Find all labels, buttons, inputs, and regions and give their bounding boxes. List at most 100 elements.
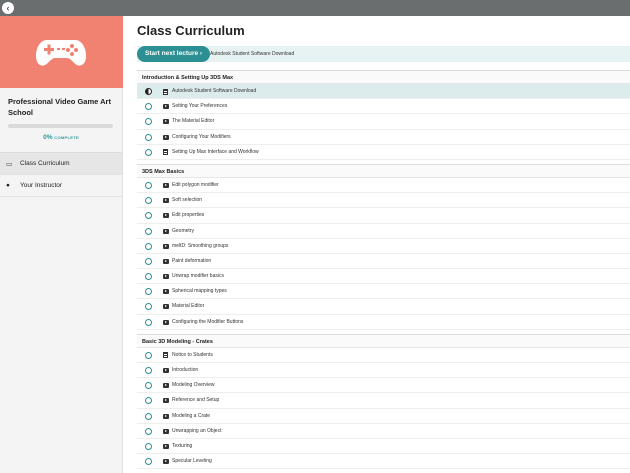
lecture-title: Setting Up Max Interface and Workflow bbox=[172, 148, 259, 155]
lecture-row[interactable]: The Material Editor bbox=[137, 114, 630, 130]
section-title: Introduction & Setting Up 3DS Max bbox=[137, 70, 630, 84]
lecture-row[interactable]: Introduction bbox=[137, 363, 630, 379]
lecture-row[interactable]: Geometry bbox=[137, 224, 630, 239]
incomplete-circle-icon bbox=[145, 273, 152, 281]
lecture-title: Autodesk Student Software Download bbox=[172, 88, 257, 94]
document-icon bbox=[163, 88, 168, 95]
lecture-title: Geometry bbox=[172, 227, 194, 234]
video-icon bbox=[163, 413, 169, 419]
page-title: Class Curriculum bbox=[137, 23, 245, 38]
main-content: Class Curriculum Start next lecture › Au… bbox=[137, 16, 630, 473]
video-icon bbox=[163, 428, 169, 434]
user-icon: ● bbox=[6, 182, 10, 189]
course-title: Professional Video Game Art School bbox=[8, 97, 111, 117]
incomplete-circle-icon bbox=[145, 442, 152, 450]
lecture-title: Reference and Setup bbox=[172, 397, 220, 404]
lecture-title: Configuring Your Modifiers bbox=[172, 133, 231, 140]
lecture-row[interactable]: Edit properties bbox=[137, 208, 630, 224]
lecture-row[interactable]: Soft selection bbox=[137, 193, 630, 209]
curriculum-icon: ▭ bbox=[6, 160, 13, 168]
video-icon bbox=[163, 182, 169, 188]
section-title: 3DS Max Basics bbox=[137, 163, 630, 178]
document-icon bbox=[163, 352, 168, 359]
lecture-title: Texturing bbox=[172, 442, 193, 449]
lecture-title: Paint deformation bbox=[172, 257, 212, 264]
back-arrow-icon[interactable]: ‹ bbox=[2, 2, 14, 14]
lecture-row[interactable]: Notice to Students bbox=[137, 348, 630, 363]
lecture-title: Modeling Overview bbox=[172, 382, 215, 389]
lecture-title: The Material Editor bbox=[172, 118, 215, 125]
lecture-row[interactable]: Modeling a Crate bbox=[137, 409, 630, 424]
lecture-row[interactable]: Configuring Your Modifiers bbox=[137, 130, 630, 145]
lecture-row[interactable]: Spherical mapping types bbox=[137, 284, 630, 300]
video-icon bbox=[163, 213, 169, 219]
incomplete-circle-icon bbox=[145, 133, 152, 141]
incomplete-circle-icon bbox=[145, 288, 152, 296]
video-icon bbox=[163, 289, 169, 295]
lecture-row[interactable]: Unwrapping an Object bbox=[137, 424, 630, 439]
video-icon bbox=[163, 319, 169, 325]
top-bar: ‹ bbox=[0, 0, 630, 16]
lecture-title: Material Editor bbox=[172, 303, 205, 310]
lecture-row[interactable]: Setting Your Preferences bbox=[137, 99, 630, 115]
lecture-row[interactable]: Paint deformation bbox=[137, 254, 630, 270]
sidebar-item-label: Your Instructor bbox=[20, 182, 63, 189]
progress-percent: 0% bbox=[43, 134, 53, 141]
video-icon bbox=[163, 119, 169, 125]
lecture-row[interactable]: Texturing bbox=[137, 439, 630, 455]
video-icon bbox=[163, 258, 169, 264]
lecture-title: Spherical mapping types bbox=[172, 288, 227, 295]
document-icon bbox=[163, 149, 168, 156]
next-lecture-title[interactable]: Autodesk Student Software Download bbox=[210, 46, 294, 62]
video-icon bbox=[163, 459, 169, 465]
lecture-row[interactable]: meltD: Smoothing groups bbox=[137, 239, 630, 254]
in-progress-icon bbox=[145, 88, 152, 95]
incomplete-circle-icon bbox=[145, 212, 152, 220]
incomplete-circle-icon bbox=[145, 318, 152, 326]
lecture-row[interactable]: Reference and Setup bbox=[137, 393, 630, 409]
lecture-row[interactable]: Specular Leveling bbox=[137, 454, 630, 470]
curriculum-list: Introduction & Setting Up 3DS Max Autodes… bbox=[137, 70, 630, 473]
section-title: Basic 3D Modeling - Crates bbox=[137, 333, 630, 348]
lecture-title: Specular Leveling bbox=[172, 458, 212, 465]
video-icon bbox=[163, 198, 169, 204]
incomplete-circle-icon bbox=[145, 181, 152, 189]
video-icon bbox=[163, 228, 169, 234]
incomplete-circle-icon bbox=[145, 412, 152, 420]
incomplete-circle-icon bbox=[145, 458, 152, 466]
incomplete-circle-icon bbox=[145, 257, 152, 265]
video-icon bbox=[163, 398, 169, 404]
curriculum-section: Basic 3D Modeling - Crates Notice to Stud… bbox=[137, 333, 630, 470]
progress-label: 0% COMPLETE bbox=[0, 134, 122, 148]
lecture-title: Soft selection bbox=[172, 197, 203, 204]
start-next-lecture-button[interactable]: Start next lecture › bbox=[137, 46, 211, 62]
incomplete-circle-icon bbox=[145, 103, 152, 111]
sidebar-item-class-curriculum[interactable]: ▭ Class Curriculum bbox=[0, 153, 122, 175]
lecture-title: Edit properties bbox=[172, 212, 205, 219]
lecture-title: Unwrapping an Object bbox=[172, 427, 222, 434]
progress-bar bbox=[8, 124, 113, 128]
video-icon bbox=[163, 368, 169, 373]
lecture-row[interactable]: Modeling Overview bbox=[137, 378, 630, 394]
lecture-row[interactable]: Configuring the Modifier Buttons bbox=[137, 315, 630, 330]
lecture-row[interactable]: Edit polygon modifier bbox=[137, 178, 630, 194]
lecture-title: Configuring the Modifier Buttons bbox=[172, 318, 244, 325]
video-icon bbox=[163, 134, 169, 140]
incomplete-circle-icon bbox=[145, 197, 152, 205]
incomplete-circle-icon bbox=[145, 118, 152, 126]
lecture-row[interactable]: Material Editor bbox=[137, 299, 630, 315]
sidebar: Professional Video Game Art School 0% CO… bbox=[0, 16, 123, 473]
curriculum-section: 3DS Max Basics Edit polygon modifier Soft … bbox=[137, 163, 630, 330]
lecture-row[interactable]: Autodesk Student Software Download bbox=[137, 84, 630, 100]
side-nav: ▭ Class Curriculum ● Your Instructor bbox=[0, 152, 122, 197]
lecture-title: Modeling a Crate bbox=[172, 412, 211, 419]
lecture-title: Introduction bbox=[172, 367, 199, 373]
video-icon bbox=[163, 304, 169, 310]
video-icon bbox=[163, 274, 169, 280]
sidebar-item-your-instructor[interactable]: ● Your Instructor bbox=[0, 175, 122, 197]
lecture-row[interactable]: Setting Up Max Interface and Workflow bbox=[137, 145, 630, 160]
incomplete-circle-icon bbox=[145, 351, 152, 359]
incomplete-circle-icon bbox=[145, 303, 152, 311]
lecture-title: Notice to Students bbox=[172, 351, 213, 358]
lecture-row[interactable]: Unwrap modifier basics bbox=[137, 269, 630, 285]
